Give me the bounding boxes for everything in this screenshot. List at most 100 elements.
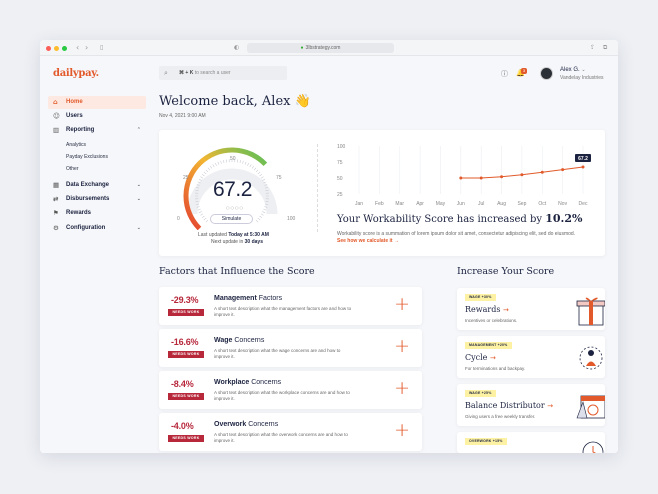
arrow-right-icon: → (502, 306, 509, 314)
cycle-icon (579, 346, 603, 370)
factor-name-rest: Concerns (249, 379, 282, 386)
factor-card[interactable]: -29.3% NEEDS WORK Management Factors A s… (159, 287, 422, 325)
increase-name: Cycle → (465, 353, 496, 362)
expand-plus-icon[interactable]: + (394, 292, 410, 316)
score-value: 67.2 (213, 178, 252, 201)
next-update-value: 30 days (244, 239, 263, 245)
x-tick-label: Sep (517, 201, 526, 207)
factor-percent: -8.4% (171, 379, 194, 389)
sidebar-item-home[interactable]: ⌂ Home (48, 96, 146, 109)
workability-description-text: Workability score is a summation of lore… (337, 231, 576, 237)
users-icon: ☺ (53, 112, 60, 120)
reader-icon[interactable]: ◐ (234, 44, 239, 51)
factor-percent: -16.6% (171, 337, 199, 347)
factor-description: A short text description what the manage… (214, 306, 352, 317)
bar-chart-icon: ▥ (53, 126, 60, 134)
back-icon[interactable]: ‹ (76, 43, 79, 52)
tabs-icon[interactable]: ⧉ (603, 44, 607, 52)
clock-icon (582, 441, 604, 453)
factor-name-rest: Concerns (246, 421, 279, 428)
sidebar-item-configuration[interactable]: ⚙ Configuration ⌄ (48, 222, 146, 235)
sidebar-subitem-other[interactable]: Other (66, 165, 79, 173)
calendar-icon: ▦ (53, 181, 60, 189)
sidebar-item-label: Reporting (66, 127, 95, 133)
maximize-window-button[interactable] (62, 46, 67, 51)
last-updated-value: Today at 5:30 AM (228, 232, 269, 238)
workability-title-text: Your Workability Score has increased by (337, 214, 543, 225)
logo: dailypay. (53, 68, 99, 79)
address-bar[interactable]: ● 3lbstrategy.com (247, 43, 394, 53)
workability-increase-value: 10.2% (545, 212, 583, 225)
chevron-down-icon: ⌄ (136, 196, 141, 202)
sidebar-item-rewards[interactable]: ⚑ Rewards (48, 207, 146, 220)
factor-name-rest: Factors (256, 295, 283, 302)
page-title: Welcome back, Alex 👋 (159, 94, 311, 109)
factor-name: Wage Concerns (214, 337, 264, 344)
next-update-label: Next update in (211, 239, 244, 245)
user-name[interactable]: Alex G. ⌄ (560, 67, 586, 73)
score-dots-icon: ○○○○ (226, 205, 244, 210)
sidebar-item-disbursements[interactable]: ⇄ Disbursements ⌄ (48, 193, 146, 206)
increase-card[interactable]: WAGE +25% Balance Distributor → Giving u… (457, 384, 605, 426)
increase-card[interactable]: MANAGEMENT +20% Cycle → For terminations… (457, 336, 605, 378)
x-tick-label: Dec (579, 201, 588, 207)
increase-card[interactable]: WAGE +30% Rewards → Incentives or celebr… (457, 288, 605, 330)
factor-card[interactable]: -4.0% NEEDS WORK Overwork Concerns A sho… (159, 413, 422, 451)
flag-icon: ⚑ (53, 209, 59, 217)
factor-name: Management Factors (214, 295, 282, 302)
x-tick-label: May (436, 201, 446, 207)
avatar[interactable] (540, 67, 553, 80)
factor-percent: -29.3% (171, 295, 199, 305)
sidebar-item-label: Home (66, 99, 83, 105)
simulate-button[interactable]: Simulate (210, 214, 253, 224)
increase-description: For terminations and backpay. (465, 366, 526, 371)
factor-percent: -4.0% (171, 421, 194, 431)
gauge-label-25: 25 (183, 175, 189, 181)
data-point (500, 175, 504, 179)
needs-work-badge: NEEDS WORK (168, 435, 204, 442)
score-card: 0 25 50 75 100 67.2 ○○○○ Simulate Last u… (159, 130, 605, 256)
expand-plus-icon[interactable]: + (394, 334, 410, 358)
sidebar-item-reporting[interactable]: ▥ Reporting ⌃ (48, 124, 146, 137)
chevron-down-icon: ⌄ (136, 182, 141, 188)
notification-badge: 3 (521, 68, 527, 74)
factor-card[interactable]: -8.4% NEEDS WORK Workplace Concerns A sh… (159, 371, 422, 409)
sidebar-subitem-payday-exclusions[interactable]: Payday Exclusions (66, 153, 108, 161)
x-tick-label: Nov (558, 201, 567, 207)
factor-name-bold: Management (214, 295, 257, 302)
sidebar-toggle-icon[interactable]: ▯ (100, 44, 103, 51)
expand-plus-icon[interactable]: + (394, 418, 410, 442)
sidebar-item-label: Data Exchange (66, 182, 110, 188)
increase-card[interactable]: OVERWORK +15% (457, 432, 605, 453)
increase-description: Incentives or celebrations. (465, 318, 518, 323)
minimize-window-button[interactable] (54, 46, 59, 51)
increase-name: Rewards → (465, 305, 509, 314)
close-window-button[interactable] (46, 46, 51, 51)
sidebar: dailypay. ⌂ Home ☺ Users ▥ Reporting ⌃ Analy… (40, 56, 146, 453)
see-calculation-link[interactable]: See how we calculate it → (337, 238, 399, 244)
needs-work-badge: NEEDS WORK (168, 393, 204, 400)
x-tick-label: Oct (538, 201, 546, 207)
y-tick-label: 75 (337, 160, 343, 166)
last-updated: Last updated Today at 5:30 AM (198, 232, 269, 238)
sidebar-item-data-exchange[interactable]: ▦ Data Exchange ⌄ (48, 179, 146, 192)
share-icon[interactable]: ⇪ (590, 44, 595, 51)
increase-tag: WAGE +25% (465, 390, 496, 397)
factor-description: A short text description what the workpl… (214, 390, 350, 401)
sidebar-subitem-analytics[interactable]: Analytics (66, 141, 86, 149)
search-input[interactable]: ⌕ ⌘ + K to search a user (159, 66, 287, 80)
factor-card[interactable]: -16.6% NEEDS WORK Wage Concerns A short … (159, 329, 422, 367)
sidebar-item-label: Rewards (66, 210, 92, 216)
factor-name-rest: Concerns (232, 337, 265, 344)
gear-icon: ⚙ (53, 224, 59, 232)
lock-icon: ● (300, 45, 304, 51)
gauge-label-75: 75 (276, 175, 282, 181)
data-point (540, 170, 544, 174)
sidebar-item-users[interactable]: ☺ Users (48, 110, 146, 123)
help-icon[interactable]: ⓘ (501, 69, 508, 79)
x-tick-label: Jul (478, 201, 484, 207)
forward-icon[interactable]: › (85, 43, 88, 52)
search-shortcut: ⌘ + K (179, 70, 194, 76)
expand-plus-icon[interactable]: + (394, 376, 410, 400)
data-point (520, 173, 524, 177)
